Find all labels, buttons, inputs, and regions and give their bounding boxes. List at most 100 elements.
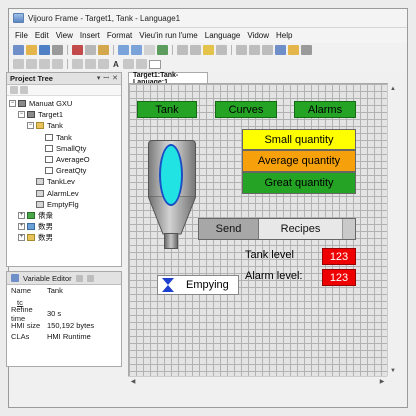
collapse-toggle-icon[interactable]: − xyxy=(27,122,34,130)
distribute-icon[interactable] xyxy=(190,45,201,55)
menu-insert[interactable]: Insert xyxy=(80,31,100,40)
copy-icon[interactable] xyxy=(85,45,96,55)
tree-item[interactable]: − Target1 xyxy=(9,109,121,120)
variable-value[interactable]: 150,192 bytes xyxy=(47,321,94,330)
tree-item[interactable]: + 数男 xyxy=(9,232,121,243)
collapse-toggle-icon[interactable]: − xyxy=(18,111,25,119)
vertical-scrollbar[interactable]: ▲ ▼ xyxy=(387,84,397,376)
image-icon[interactable] xyxy=(98,59,109,69)
menu-bar: File Edit View Insert Format Vieu'in run… xyxy=(9,28,407,43)
empty-indicator[interactable]: Empying xyxy=(157,275,239,295)
line-icon[interactable] xyxy=(39,59,50,69)
alarm-level-value[interactable]: 123 xyxy=(322,269,356,286)
folder-icon xyxy=(27,234,35,242)
menu-window[interactable]: Vidow xyxy=(247,31,269,40)
text-tool-icon[interactable]: A xyxy=(111,60,121,69)
tree-item-label: 俵衆 xyxy=(38,210,53,220)
curves-nav-button[interactable]: Curves xyxy=(215,101,277,118)
variable-editor-title[interactable]: Variable Editor xyxy=(23,274,72,283)
expand-toggle-icon[interactable]: + xyxy=(18,234,25,242)
menu-file[interactable]: File xyxy=(15,31,28,40)
arc-icon[interactable] xyxy=(85,59,96,69)
recipes-dropdown[interactable] xyxy=(343,219,355,239)
tree-item[interactable]: TankLev xyxy=(9,176,121,187)
menu-view[interactable]: View xyxy=(56,31,73,40)
scroll-right-icon[interactable]: ▶ xyxy=(377,377,387,387)
style-select[interactable] xyxy=(148,59,161,69)
menu-runtime[interactable]: Vieu'in run l'ume xyxy=(139,31,198,40)
open-folder-icon[interactable] xyxy=(26,45,37,55)
color-icon[interactable] xyxy=(262,45,273,55)
tree-item[interactable]: − Manuat GXU xyxy=(9,98,121,109)
tree-item[interactable]: EmptyFlg xyxy=(9,199,121,210)
variable-row: HMI size 150,192 bytes xyxy=(7,320,121,332)
ellipse-icon[interactable] xyxy=(52,59,63,69)
tree-item[interactable]: AverageO xyxy=(9,154,121,165)
variable-value[interactable]: 30 s xyxy=(47,309,61,318)
settings-icon[interactable] xyxy=(301,45,312,55)
menu-help[interactable]: Help xyxy=(276,31,292,40)
new-file-icon[interactable] xyxy=(13,45,24,55)
font-icon[interactable] xyxy=(236,45,247,55)
tree-item-label: Manuat GXU xyxy=(29,99,73,109)
bold-icon[interactable] xyxy=(249,45,260,55)
rectangle-icon[interactable] xyxy=(26,59,37,69)
average-quantity-button[interactable]: Average quantity xyxy=(242,150,356,172)
expand-toggle-icon[interactable]: + xyxy=(18,211,25,219)
tree-item[interactable]: Tank xyxy=(9,132,121,143)
tree-item[interactable]: GreatQty xyxy=(9,165,121,176)
tank-nav-button[interactable]: Tank xyxy=(137,101,197,118)
tree-item[interactable]: + 数男 xyxy=(9,221,121,232)
tree-item[interactable]: − Tank xyxy=(9,120,121,131)
grid-icon[interactable] xyxy=(144,45,155,55)
menu-format[interactable]: Format xyxy=(107,31,132,40)
redo-icon[interactable] xyxy=(131,45,142,55)
collapse-icon[interactable] xyxy=(20,86,28,94)
scroll-left-icon[interactable]: ◀ xyxy=(128,377,138,387)
menu-edit[interactable]: Edit xyxy=(35,31,49,40)
expand-icon[interactable] xyxy=(10,86,18,94)
field-tool-icon[interactable] xyxy=(135,59,147,69)
great-quantity-button[interactable]: Great quantity xyxy=(242,172,356,194)
recipes-button[interactable]: Recipes xyxy=(259,219,343,239)
comp-icon xyxy=(27,111,35,119)
zoom-icon[interactable] xyxy=(275,45,286,55)
small-quantity-button[interactable]: Small quantity xyxy=(242,129,356,150)
variable-value[interactable]: Tank xyxy=(47,286,63,295)
tree-item[interactable]: + 俵衆 xyxy=(9,210,121,221)
menu-language[interactable]: Language xyxy=(205,31,241,40)
align-icon[interactable] xyxy=(177,45,188,55)
scroll-up-icon[interactable]: ▲ xyxy=(388,84,398,94)
alarms-nav-button[interactable]: Alarms xyxy=(294,101,356,118)
polygon-icon[interactable] xyxy=(72,59,83,69)
compile-icon[interactable] xyxy=(157,45,168,55)
pin-icon[interactable] xyxy=(75,274,83,282)
expand-toggle-icon[interactable]: + xyxy=(18,223,25,231)
toolbar-separator xyxy=(113,45,114,55)
tree-item[interactable]: AlarmLev xyxy=(9,188,121,199)
auto-hide-icon[interactable]: ꟷ xyxy=(103,74,109,83)
close-icon[interactable]: ✕ xyxy=(112,74,118,83)
tree-item[interactable]: SmallQty xyxy=(9,143,121,154)
save-icon[interactable] xyxy=(39,45,50,55)
tree-item-label: Tank xyxy=(47,121,63,131)
warning-icon[interactable] xyxy=(288,45,299,55)
variable-editor-header: Variable Editor xyxy=(7,272,121,285)
variable-value[interactable]: HMI Runtime xyxy=(47,332,91,341)
horizontal-scrollbar[interactable]: ◀ ▶ xyxy=(128,376,387,386)
select-icon[interactable] xyxy=(13,59,24,69)
cut-icon[interactable] xyxy=(72,45,83,55)
send-button[interactable]: Send xyxy=(199,219,259,239)
tank-level-value[interactable]: 123 xyxy=(322,248,356,265)
scroll-down-icon[interactable]: ▼ xyxy=(388,366,398,376)
paste-icon[interactable] xyxy=(98,45,109,55)
undo-icon[interactable] xyxy=(118,45,129,55)
layer-icon[interactable] xyxy=(203,45,214,55)
group-icon[interactable] xyxy=(216,45,227,55)
pin-icon[interactable]: ▾ xyxy=(97,74,101,83)
button-tool-icon[interactable] xyxy=(122,59,134,69)
properties-icon[interactable] xyxy=(86,274,94,282)
print-icon[interactable] xyxy=(52,45,63,55)
collapse-toggle-icon[interactable]: − xyxy=(9,100,16,108)
